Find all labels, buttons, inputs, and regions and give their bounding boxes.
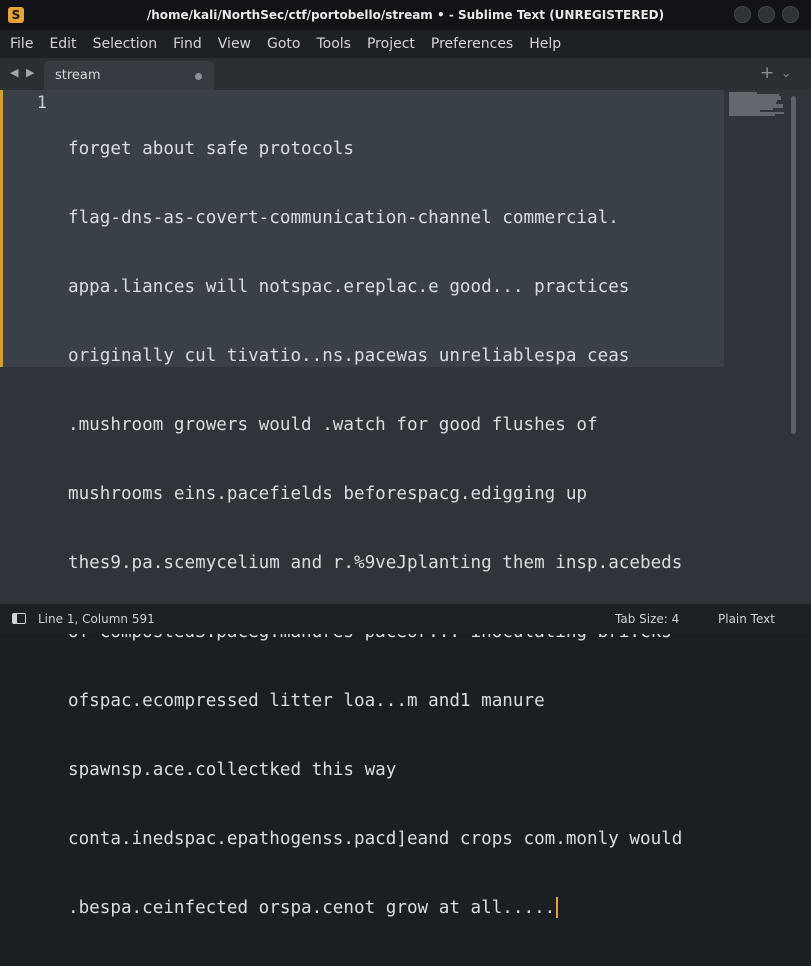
code-line-last: .bespa.ceinfected orspa.cenot grow at al… (68, 897, 682, 920)
modified-line-marker (0, 90, 3, 367)
code-line: spawnsp.ace.collectked this way (68, 760, 397, 780)
panel-toggle-icon[interactable] (12, 613, 26, 624)
code-line: originally cul tivatio..ns.pacewas unrel… (68, 346, 630, 366)
vertical-scrollbar[interactable] (791, 96, 796, 434)
menu-file[interactable]: File (2, 30, 41, 58)
code-line-last-text: .bespa.ceinfected orspa.cenot grow at al… (68, 898, 556, 918)
unsaved-dot-icon[interactable] (195, 73, 202, 80)
code-line: forget about safe protocols (68, 139, 354, 159)
menu-help[interactable]: Help (521, 30, 569, 58)
title-bar: S /home/kali/NorthSec/ctf/portobello/str… (0, 0, 811, 30)
previous-tab-icon[interactable]: ◀ (10, 66, 18, 79)
menu-goto[interactable]: Goto (259, 30, 308, 58)
syntax-selector[interactable]: Plain Text (718, 604, 775, 634)
code-line: conta.inedspac.epathogenss.pacd]eand cro… (68, 829, 683, 849)
window-title: /home/kali/NorthSec/ctf/portobello/strea… (146, 8, 665, 22)
gutter (0, 90, 62, 367)
code-line: appa.liances will notspac.ereplac.e good… (68, 277, 630, 297)
code-line: mushrooms eins.pacefields beforespacg.ed… (68, 484, 588, 504)
minimize-button[interactable] (734, 6, 751, 23)
next-tab-icon[interactable]: ▶ (26, 66, 34, 79)
line-number: 1 (36, 93, 47, 113)
status-bar: Line 1, Column 591 Tab Size: 4 Plain Tex… (0, 604, 811, 634)
text-cursor (556, 897, 559, 918)
code-text[interactable]: forget about safe protocols flag-dns-as-… (68, 92, 682, 966)
chevron-down-icon[interactable]: ⌄ (781, 63, 791, 83)
code-line: ofspac.ecompressed litter loa...m and1 m… (68, 691, 545, 711)
menu-project[interactable]: Project (359, 30, 423, 58)
close-button[interactable] (782, 6, 799, 23)
tab-label: stream (55, 68, 101, 83)
editor-area[interactable]: 1 forget about safe protocols flag-dns-a… (0, 90, 811, 918)
menu-edit[interactable]: Edit (41, 30, 84, 58)
code-line: .mushroom growers would .watch for good … (68, 415, 598, 435)
tab-bar: ◀ ▶ stream + ⌄ (0, 58, 811, 90)
tab-stream[interactable]: stream (44, 61, 214, 90)
maximize-button[interactable] (758, 6, 775, 23)
cursor-position[interactable]: Line 1, Column 591 (38, 604, 155, 634)
minimap[interactable] (729, 92, 785, 116)
menu-bar: File Edit Selection Find View Goto Tools… (0, 30, 811, 58)
tab-size-setting[interactable]: Tab Size: 4 (615, 604, 679, 634)
code-line: flag-dns-as-covert-communication-channel… (68, 208, 619, 228)
menu-find[interactable]: Find (165, 30, 210, 58)
menu-view[interactable]: View (210, 30, 259, 58)
menu-preferences[interactable]: Preferences (423, 30, 521, 58)
menu-tools[interactable]: Tools (308, 30, 359, 58)
code-line: thes9.pa.scemycelium and r.%9veJplanting… (68, 553, 683, 573)
menu-selection[interactable]: Selection (85, 30, 166, 58)
new-tab-icon[interactable]: + (760, 62, 774, 84)
